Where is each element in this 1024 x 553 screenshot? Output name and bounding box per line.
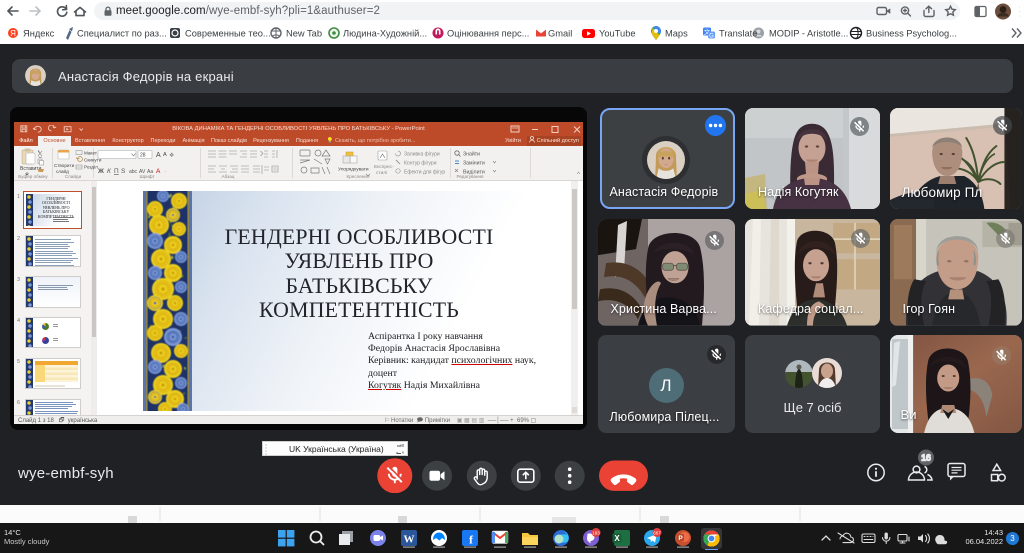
svg-text:Современные тео...: Современные тео... [185,29,271,39]
svg-text:Ж: Ж [97,168,104,175]
svg-text:AV: AV [139,169,146,175]
svg-text:К: К [107,168,112,175]
svg-text:Ефекти для фігур: Ефекти для фігур [404,170,445,176]
svg-text:Виділити: Виділити [463,170,485,176]
svg-text:Я: Я [10,29,16,38]
svg-text:Замінити: Замінити [463,161,485,167]
svg-text:Макет: Макет [84,151,98,156]
svg-text:New Tab: New Tab [286,29,322,39]
svg-text:Translate: Translate [719,29,757,39]
svg-text:Business Psycholog...: Business Psycholog... [866,29,957,39]
svg-text:Оцінювання перс...: Оцінювання перс... [447,29,529,39]
svg-text:G: G [709,33,714,39]
svg-text:Специалист по раз...: Специалист по раз... [77,29,167,39]
svg-text:abc: abc [129,169,138,175]
svg-text:❖: ❖ [169,153,174,159]
svg-text:Gmail: Gmail [548,29,572,39]
svg-text:Упорядкувати: Упорядкувати [338,167,369,173]
svg-text:Контур фігури: Контур фігури [404,161,437,167]
svg-text:A: A [156,168,161,175]
svg-text:28: 28 [140,153,146,159]
svg-text:Розділ: Розділ [84,165,98,170]
svg-text:Експрес-: Експрес- [374,164,394,170]
svg-text:П: П [114,168,119,175]
svg-text:P: P [678,535,683,542]
svg-text:стилі: стилі [376,170,387,176]
svg-text:Заливка фігури: Заливка фігури [404,152,440,158]
svg-text:Людина-Художній...: Людина-Художній... [343,29,427,39]
svg-text:Знайти: Знайти [463,151,480,158]
svg-text:Яндекс: Яндекс [23,29,55,39]
svg-text:X: X [614,534,620,543]
svg-text:S: S [121,168,126,175]
svg-text:183: 183 [592,530,600,535]
svg-text:YouTube: YouTube [599,29,636,39]
svg-text:667: 667 [653,530,661,535]
svg-text:A: A [163,152,167,158]
svg-text:W: W [404,534,415,546]
svg-text:Aa: Aa [147,169,153,175]
svg-text:Створити: Створити [54,163,75,168]
svg-text:16: 16 [921,453,931,463]
svg-text:Maps: Maps [665,29,688,39]
svg-text:MODIP - Aristotle...: MODIP - Aristotle... [769,29,848,39]
svg-text:A: A [156,152,161,159]
svg-text:слайд: слайд [56,168,69,174]
svg-text:·: · [164,168,166,175]
